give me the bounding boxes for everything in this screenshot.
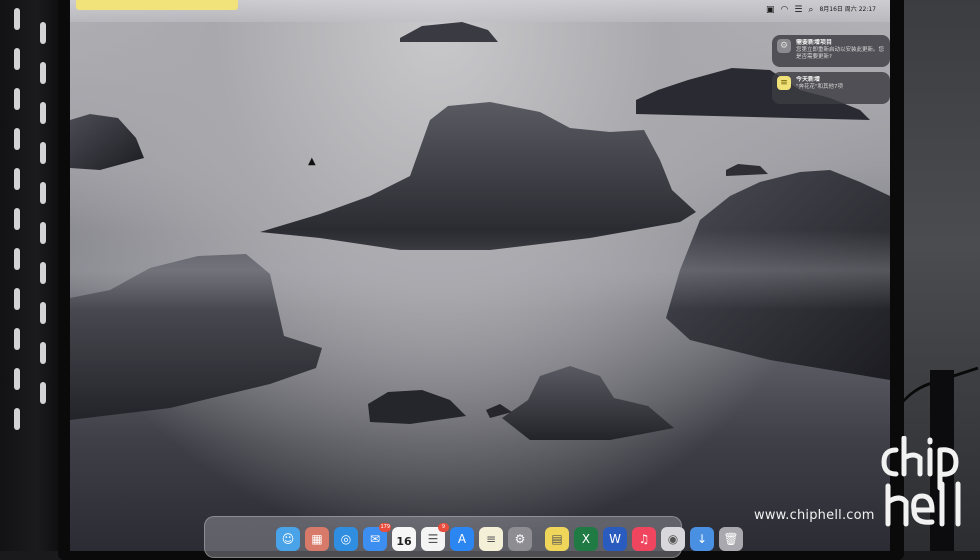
peg-column [40, 0, 48, 551]
finder-icon[interactable]: ☺ [276, 527, 300, 551]
notification-text: 您第立即重新启动以安装此更新。您是否需要更新? [796, 47, 885, 60]
finder-icon-glyph: ☺ [281, 532, 295, 546]
mail-icon[interactable]: ✉ 179 [363, 523, 391, 551]
webcam-app-icon[interactable]: ◉ [661, 527, 685, 551]
safari-icon-glyph: ◎ [340, 532, 352, 546]
system-settings-icon[interactable]: ⚙ [508, 527, 532, 551]
word-icon-glyph: W [609, 532, 621, 546]
watermark-url: www.chiphell.com [754, 508, 875, 523]
mouse-cursor-icon: ▲ [308, 156, 316, 167]
notification-title: 需要新增项目 [796, 39, 833, 46]
notification-text: "奔花花"和其他7项 [796, 84, 844, 90]
trash-icon[interactable]: 🗑 [719, 527, 743, 551]
launchpad-icon[interactable]: ▦ [305, 527, 329, 551]
system-settings-icon-glyph: ⚙ [514, 532, 526, 546]
appstore-icon[interactable]: A [450, 527, 474, 551]
stickies-icon-glyph: ▤ [551, 532, 563, 546]
downloads-icon-glyph: ↓ [696, 532, 708, 546]
menubar-status-area: ▣ ◠ ☰ ⌕ 8月16日 周六 22:17 [766, 4, 876, 16]
notification-notes[interactable]: ≡ 今天新增 "奔花花"和其他7项 [772, 72, 890, 104]
trash-icon-glyph: 🗑 [723, 532, 739, 546]
search-icon[interactable]: ⌕ [808, 4, 813, 16]
excel-icon[interactable]: X [574, 527, 598, 551]
gear-icon: ⚙ [777, 39, 791, 53]
control-center-icon[interactable]: ☰ [794, 4, 802, 16]
excel-icon-glyph: X [581, 532, 591, 546]
wifi-icon[interactable]: ◠ [780, 4, 788, 16]
pegboard-background [0, 0, 62, 551]
music-icon[interactable]: ♫ [632, 527, 656, 551]
webcam-app-icon-glyph: ◉ [667, 532, 679, 546]
water-mist [70, 230, 890, 310]
notes-icon-glyph: ≡ [485, 532, 497, 546]
desktop-screen: ▣ ◠ ☰ ⌕ 8月16日 周六 22:17 ⚙ 需要新增项目 您第立即重新启动… [70, 0, 890, 551]
menubar-highlight [76, 0, 238, 10]
stickies-icon[interactable]: ▤ [545, 527, 569, 551]
notification-title: 今天新增 [796, 76, 821, 83]
word-icon[interactable]: W [603, 527, 627, 551]
mail-icon-glyph: ✉ [369, 532, 381, 546]
notification-update[interactable]: ⚙ 需要新增项目 您第立即重新启动以安装此更新。您是否需要更新? [772, 35, 890, 67]
menubar-clock[interactable]: 8月16日 周六 22:17 [819, 4, 876, 16]
watermark-logo [881, 436, 961, 527]
reminders-icon-glyph: ☰ [427, 532, 439, 546]
notification-badge: 179 [379, 523, 391, 532]
calendar-day-label: 16 [396, 535, 412, 548]
input-method-icon[interactable]: ▣ [766, 4, 775, 16]
appstore-icon-glyph: A [457, 532, 467, 546]
notification-badge: 9 [438, 523, 449, 532]
peg-column [14, 0, 22, 551]
music-icon-glyph: ♫ [638, 532, 650, 546]
downloads-icon[interactable]: ↓ [690, 527, 714, 551]
notes-icon: ≡ [777, 76, 791, 90]
menu-bar: ▣ ◠ ☰ ⌕ 8月16日 周六 22:17 [70, 0, 890, 22]
reminders-icon[interactable]: ☰ 9 [421, 523, 449, 551]
notes-icon[interactable]: ≡ [479, 527, 503, 551]
calendar-icon[interactable]: 16 [392, 527, 416, 551]
safari-icon[interactable]: ◎ [334, 527, 358, 551]
launchpad-icon-glyph: ▦ [311, 532, 323, 546]
